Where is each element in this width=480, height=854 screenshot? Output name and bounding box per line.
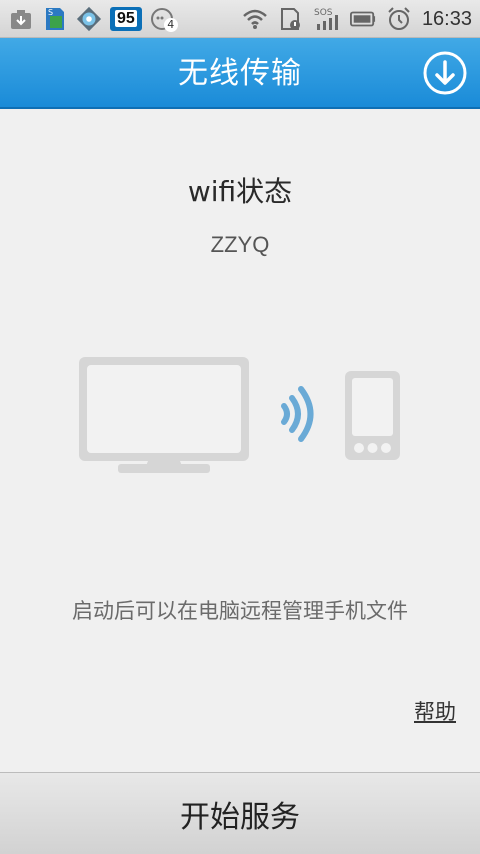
monitor-icon xyxy=(79,357,249,473)
sos-signal-icon: SOS xyxy=(314,6,340,32)
phone-icon xyxy=(345,371,400,460)
download-icon xyxy=(8,6,34,32)
title-bar: 无线传输 xyxy=(0,38,480,109)
svg-text:SOS: SOS xyxy=(314,8,333,18)
sd-card-icon: S xyxy=(42,6,68,32)
message-icon: 4 xyxy=(150,6,178,32)
battery-level-text: 95 xyxy=(115,10,137,27)
status-bar-right: SOS 16:33 xyxy=(242,4,472,34)
storage-warning-icon xyxy=(278,6,304,32)
page-title: 无线传输 xyxy=(178,56,302,91)
svg-text:S: S xyxy=(48,8,53,17)
clock-time: 16:33 xyxy=(421,7,472,30)
wireless-waves-icon xyxy=(281,386,314,442)
status-bar-left: S 95 4 xyxy=(8,4,178,34)
remote-management-tip: 启动后可以在电脑远程管理手机文件 xyxy=(72,599,408,623)
help-link[interactable]: 帮助 xyxy=(414,696,456,726)
start-service-button[interactable]: 开始服务 xyxy=(0,772,480,854)
download-circle-icon xyxy=(423,51,467,95)
notification-count: 4 xyxy=(163,18,178,32)
wifi-status-label: wifi状态 xyxy=(187,175,293,208)
battery-icon xyxy=(349,6,376,32)
status-bar: S 95 4 SOS 16:33 xyxy=(0,0,480,38)
download-button[interactable] xyxy=(422,50,468,96)
alarm-icon xyxy=(386,6,412,32)
transfer-illustration xyxy=(78,356,402,476)
battery-badge-icon: 95 xyxy=(110,7,142,31)
network-service-icon xyxy=(76,6,102,32)
wifi-icon xyxy=(242,6,268,32)
wifi-ssid: ZZYQ xyxy=(210,232,270,257)
